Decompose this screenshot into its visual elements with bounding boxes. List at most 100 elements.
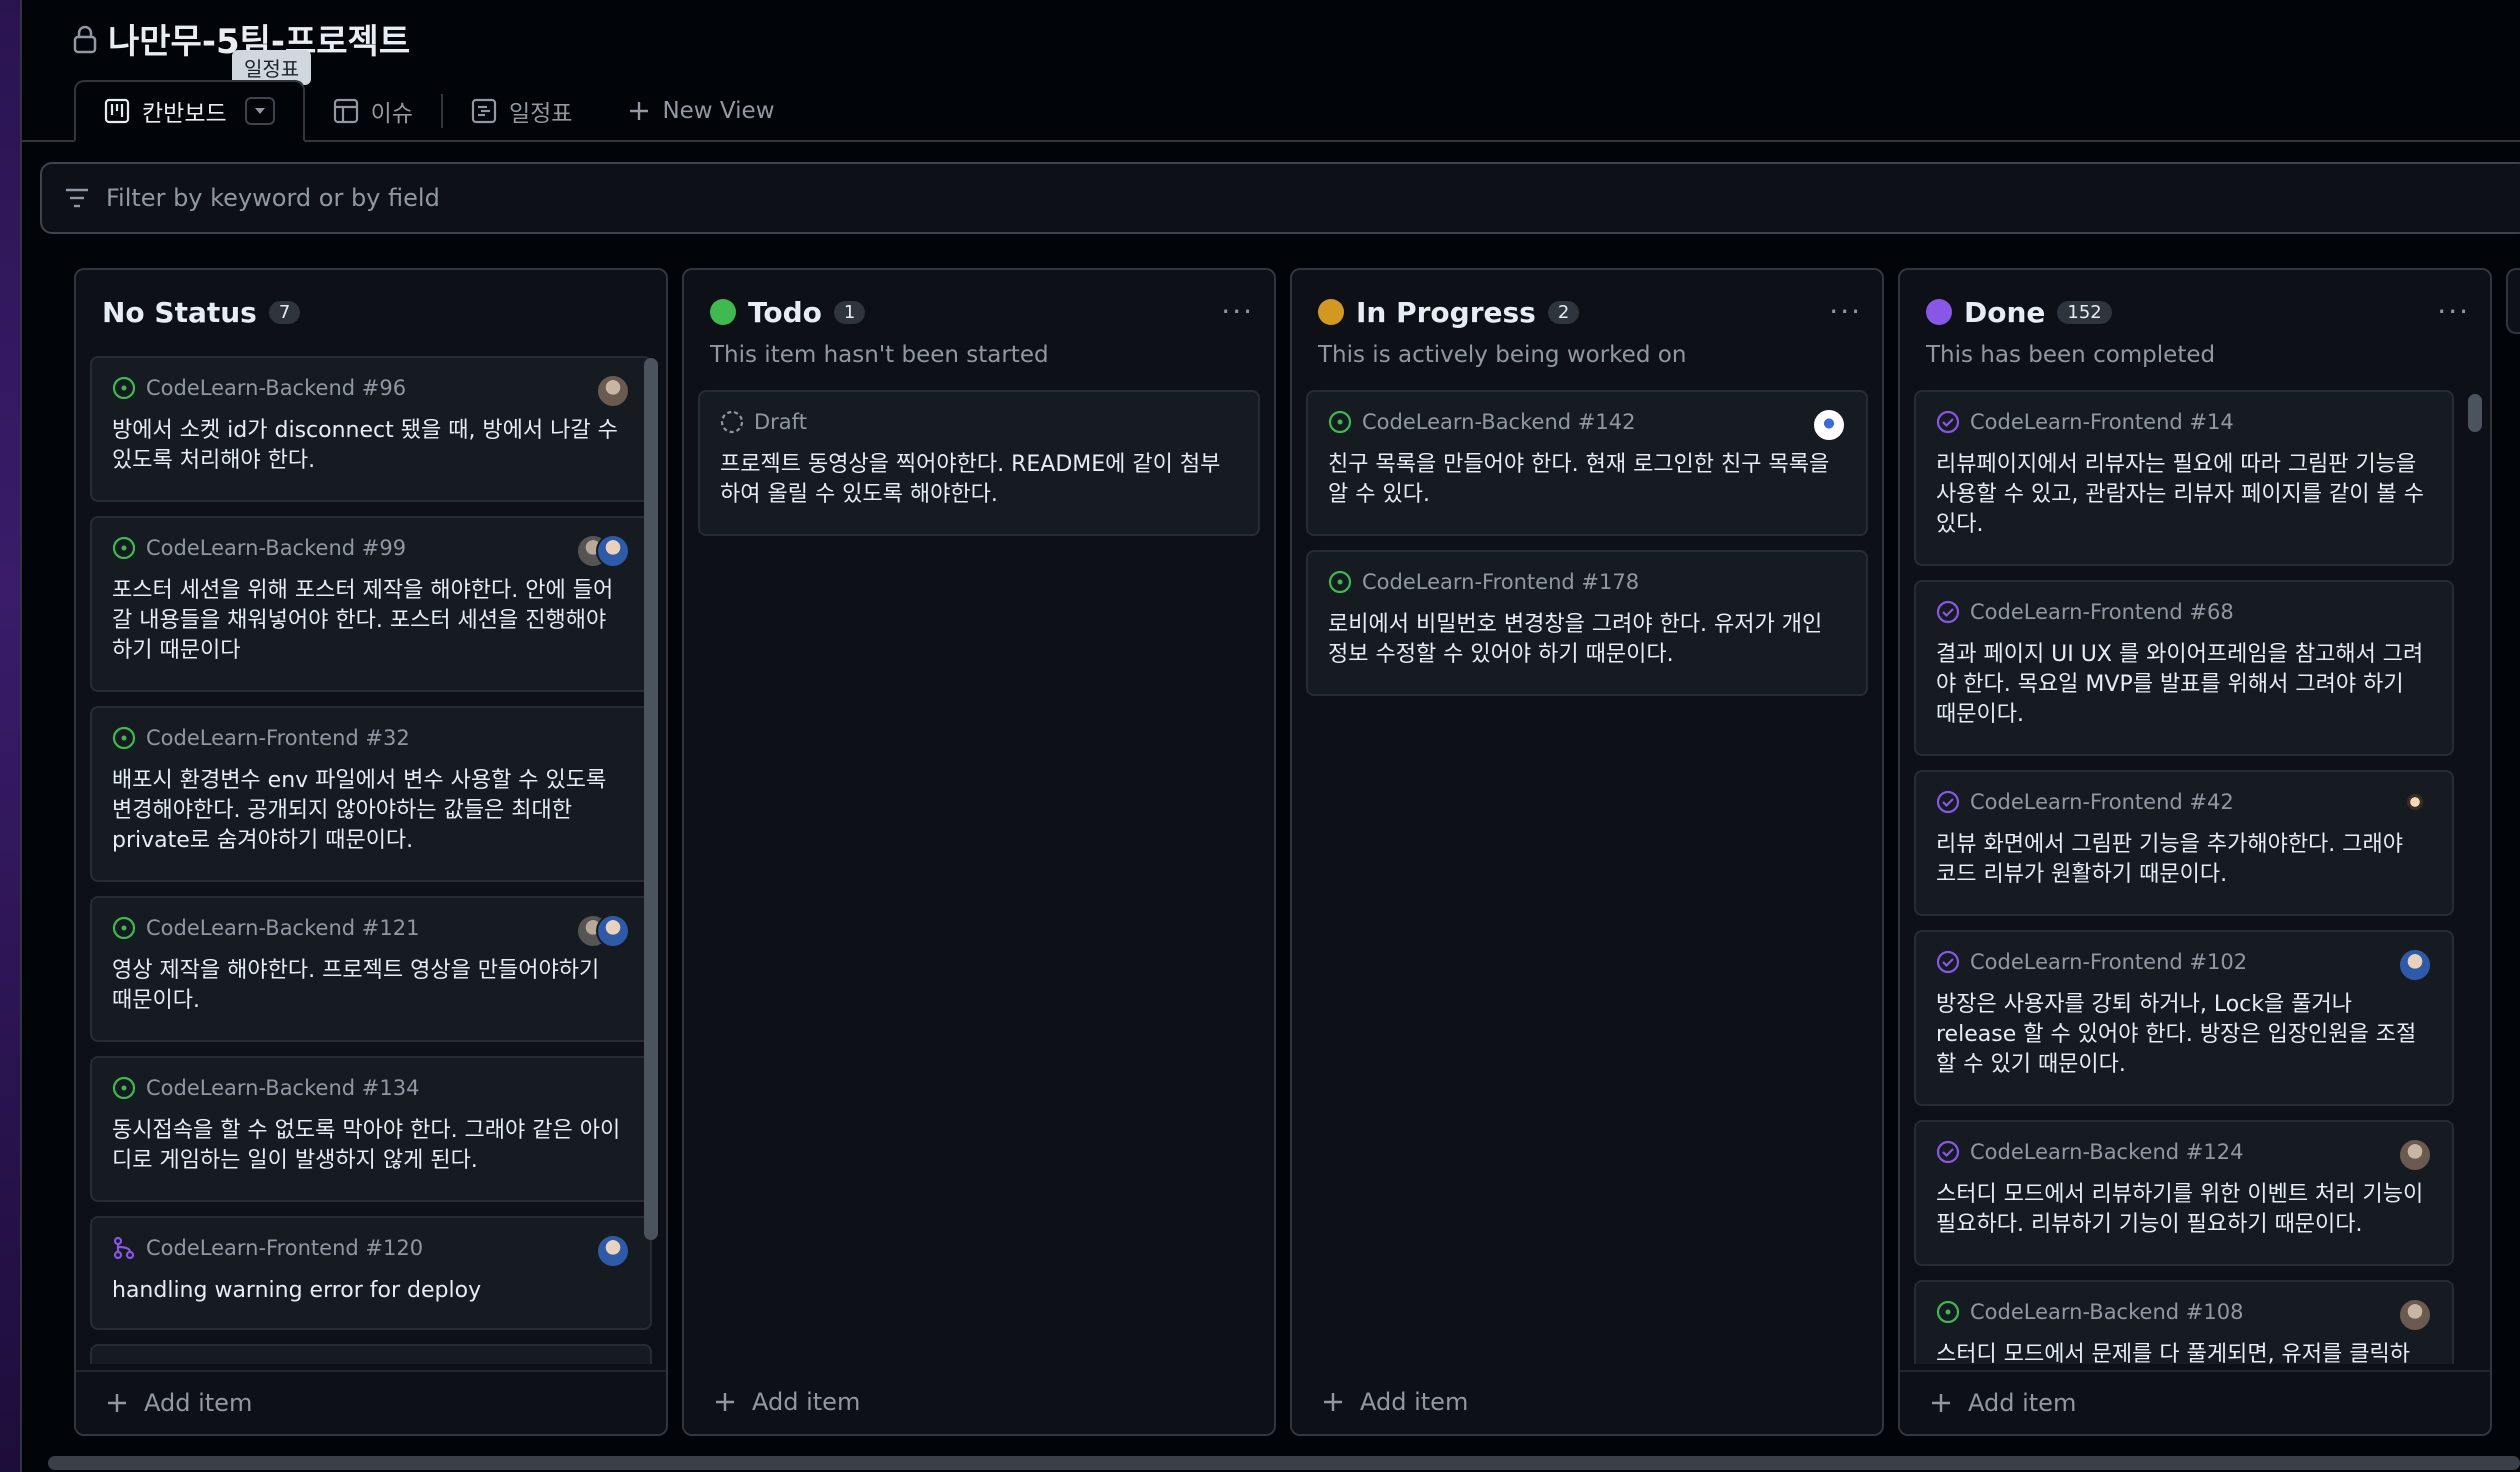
- lock-icon: [73, 25, 97, 53]
- plus-icon: [716, 1393, 734, 1411]
- assignees: [2398, 788, 2432, 822]
- card-title[interactable]: handling warning error for deploy: [112, 1276, 626, 1306]
- board-horizontal-scrollbar[interactable]: [48, 1456, 2520, 1470]
- avatar[interactable]: [2398, 1298, 2432, 1332]
- issue-card[interactable]: CodeLearn-Backend #121 영상 제작을 해야한다. 프로젝트…: [90, 896, 652, 1042]
- add-item-button[interactable]: Add item: [684, 1370, 1274, 1434]
- add-item-button[interactable]: Add item: [1900, 1370, 2490, 1434]
- card-title[interactable]: 스터디 모드에서 리뷰하기를 위한 이벤트 처리 기능이 필요하다. 리뷰하기 …: [1936, 1180, 2428, 1240]
- card-title[interactable]: 동시접속을 할 수 없도록 막아야 한다. 그래야 같은 아이디로 게임하는 일…: [112, 1116, 626, 1176]
- card-title[interactable]: 프로젝트 동영상을 찍어야한다. README에 같이 첨부하여 올릴 수 있도…: [720, 450, 1234, 510]
- card-list: CodeLearn-Backend #96 방에서 소켓 id가 disconn…: [90, 356, 652, 1364]
- issue-card[interactable]: CodeLearn-Frontend #42 리뷰 화면에서 그림판 기능을 추…: [1914, 770, 2454, 916]
- issue-card[interactable]: CodeLearn-Frontend #32 배포시 환경변수 env 파일에서…: [90, 706, 652, 882]
- open-issue-icon: [1328, 570, 1352, 594]
- more-icon[interactable]: ···: [1829, 298, 1862, 326]
- closed-issue-icon: [1936, 950, 1960, 974]
- tab-issues[interactable]: 이슈: [305, 80, 441, 142]
- issue-card[interactable]: CodeLearn-Backend #134 동시접속을 할 수 없도록 막아야…: [90, 1056, 652, 1202]
- new-view-label: New View: [662, 98, 775, 124]
- more-icon[interactable]: ···: [2437, 298, 2470, 326]
- card-title[interactable]: 스터디 모드에서 문제를 다 풀게되면, 유저를 클릭하: [1936, 1340, 2428, 1364]
- avatar[interactable]: [596, 1234, 630, 1268]
- card-meta: CodeLearn-Frontend #32: [112, 726, 410, 750]
- column-scrollbar-thumb[interactable]: [2468, 394, 2482, 432]
- card-repo-number: CodeLearn-Backend #124: [1970, 1140, 2244, 1164]
- card-title[interactable]: 리뷰 화면에서 그림판 기능을 추가해야한다. 그래야 코드 리뷰가 원활하기 …: [1936, 830, 2428, 890]
- card-meta: CodeLearn-Frontend #68: [1936, 600, 2234, 624]
- tab-issues-label: 이슈: [370, 101, 413, 127]
- avatar[interactable]: [596, 914, 630, 948]
- filter-bar[interactable]: Filter by keyword or by field: [40, 162, 2520, 234]
- avatar[interactable]: [596, 374, 630, 408]
- draft-card[interactable]: Draft 프로젝트 동영상을 찍어야한다. README에 같이 첨부하여 올…: [698, 390, 1260, 536]
- card-meta: CodeLearn-Frontend #178: [1328, 570, 1639, 594]
- issue-card[interactable]: CodeLearn-Backend #99 포스터 세션을 위해 포스터 제작을…: [90, 516, 652, 692]
- column-description: This has been completed: [1926, 342, 2216, 368]
- pull-request-card[interactable]: CodeLearn-Frontend #120 handling warning…: [90, 1216, 652, 1330]
- new-view-button[interactable]: New View: [600, 80, 802, 142]
- column-header: Todo 1 ···: [710, 292, 1254, 332]
- card-repo-number: CodeLearn-Frontend #14: [1970, 410, 2234, 434]
- column-done: Done 152 ··· This has been completed Cod…: [1898, 268, 2492, 1436]
- issue-card[interactable]: CodeLearn-Frontend #102 방장은 사용자를 강퇴 하거나,…: [1914, 930, 2454, 1106]
- assignees: [596, 1234, 630, 1268]
- add-item-label: Add item: [1968, 1389, 2077, 1417]
- card-title[interactable]: 방에서 소켓 id가 disconnect 됐을 때, 방에서 나갈 수 있도록…: [112, 416, 626, 476]
- closed-issue-icon: [1936, 790, 1960, 814]
- tab-kanban[interactable]: 칸반보드: [74, 80, 305, 142]
- filter-input[interactable]: Filter by keyword or by field: [106, 184, 440, 212]
- card-meta: CodeLearn-Frontend #42: [1936, 790, 2234, 814]
- issue-card[interactable]: CodeLearn-Backend #96 방에서 소켓 id가 disconn…: [90, 356, 652, 502]
- issue-card[interactable]: CodeLearn-Frontend #68 결과 페이지 UI UX 를 와이…: [1914, 580, 2454, 756]
- card-meta: CodeLearn-Backend #142: [1328, 410, 1635, 434]
- issue-card[interactable]: [90, 1344, 652, 1364]
- card-meta: CodeLearn-Backend #99: [112, 536, 406, 560]
- column-header: In Progress 2 ···: [1318, 292, 1862, 332]
- card-repo-number: CodeLearn-Frontend #178: [1362, 570, 1640, 594]
- status-dot: [1318, 299, 1344, 325]
- card-title[interactable]: 로비에서 비밀번호 변경창을 그려야 한다. 유저가 개인정보 수정할 수 있어…: [1328, 610, 1842, 670]
- card-meta: CodeLearn-Frontend #120: [112, 1236, 423, 1260]
- view-options-button[interactable]: [244, 97, 275, 125]
- column-scrollbar-track[interactable]: [644, 358, 658, 1240]
- card-title[interactable]: 포스터 세션을 위해 포스터 제작을 해야한다. 안에 들어갈 내용들을 채워넣…: [112, 576, 626, 666]
- roadmap-icon: [471, 98, 497, 124]
- status-dot: [1926, 299, 1952, 325]
- card-repo-number: CodeLearn-Backend #134: [146, 1076, 420, 1100]
- card-repo-number: CodeLearn-Frontend #120: [146, 1236, 424, 1260]
- issue-card[interactable]: CodeLearn-Backend #124 스터디 모드에서 리뷰하기를 위한…: [1914, 1120, 2454, 1266]
- issue-card[interactable]: CodeLearn-Frontend #14 리뷰페이지에서 리뷰자는 필요에 …: [1914, 390, 2454, 566]
- card-title[interactable]: 결과 페이지 UI UX 를 와이어프레임을 참고해서 그려야 한다. 목요일 …: [1936, 640, 2428, 730]
- avatar[interactable]: [1812, 408, 1846, 442]
- closed-issue-icon: [1936, 1300, 1960, 1324]
- more-icon[interactable]: ···: [1221, 298, 1254, 326]
- avatar[interactable]: [596, 534, 630, 568]
- pull-request-icon: [113, 1236, 135, 1260]
- card-repo-number: CodeLearn-Backend #96: [146, 376, 407, 400]
- card-title[interactable]: 영상 제작을 해야한다. 프로젝트 영상을 만들어야하기 때문이다.: [112, 956, 626, 1016]
- card-repo-number: CodeLearn-Frontend #42: [1970, 790, 2234, 814]
- add-item-button[interactable]: Add item: [76, 1370, 666, 1434]
- issue-card[interactable]: CodeLearn-Backend #108 스터디 모드에서 문제를 다 풀게…: [1914, 1280, 2454, 1364]
- card-title[interactable]: 방장은 사용자를 강퇴 하거나, Lock을 풀거나 release 할 수 있…: [1936, 990, 2428, 1080]
- filter-icon: [66, 188, 88, 208]
- card-title[interactable]: 배포시 환경변수 env 파일에서 변수 사용할 수 있도록 변경해야한다. 공…: [112, 766, 626, 856]
- tab-schedule[interactable]: 일정표: [443, 80, 600, 142]
- card-repo-number: CodeLearn-Backend #121: [146, 916, 420, 940]
- avatar[interactable]: [2398, 948, 2432, 982]
- add-item-button[interactable]: Add item: [1292, 1370, 1882, 1434]
- issue-card[interactable]: CodeLearn-Frontend #178 로비에서 비밀번호 변경창을 그…: [1306, 550, 1868, 696]
- card-title[interactable]: 친구 목록을 만들어야 한다. 현재 로그인한 친구 목록을 알 수 있다.: [1328, 450, 1842, 510]
- card-meta: CodeLearn-Backend #108: [1936, 1300, 2243, 1324]
- issue-card[interactable]: CodeLearn-Backend #142 친구 목록을 만들어야 한다. 현…: [1306, 390, 1868, 536]
- open-issue-icon: [1328, 410, 1352, 434]
- column-description: This is actively being worked on: [1318, 342, 1687, 368]
- avatar[interactable]: [2398, 1138, 2432, 1172]
- assignees: [576, 534, 630, 568]
- column-header: Done 152 ···: [1926, 292, 2470, 332]
- avatar[interactable]: [2398, 788, 2432, 822]
- closed-issue-icon: [1936, 600, 1960, 624]
- card-title[interactable]: 리뷰페이지에서 리뷰자는 필요에 따라 그림판 기능을 사용할 수 있고, 관람…: [1936, 450, 2428, 540]
- plus-icon: [1932, 1394, 1950, 1412]
